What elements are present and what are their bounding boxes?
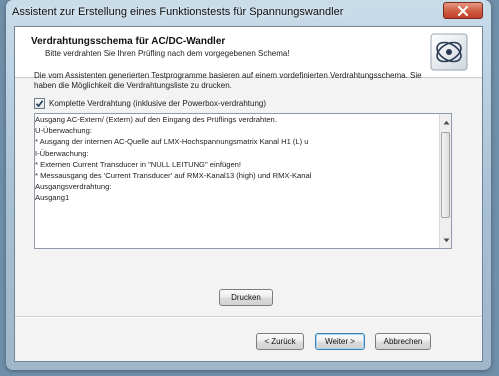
cancel-button[interactable]: Abbrechen (375, 333, 431, 350)
vertical-scrollbar[interactable] (439, 114, 451, 248)
arrow-down-icon (443, 238, 449, 242)
next-button[interactable]: Weiter > (315, 333, 365, 350)
close-window-button[interactable] (443, 2, 483, 19)
print-button[interactable]: Drucken (219, 289, 273, 306)
complete-wiring-checkbox[interactable] (34, 97, 45, 109)
complete-wiring-checkbox-row[interactable]: Komplette Verdrahtung (inklusive der Pow… (34, 96, 266, 110)
wizard-window: Assistent zur Erstellung eines Funktions… (6, 0, 491, 370)
wizard-logo-icon (430, 33, 468, 71)
wizard-client-area: Verdrahtungsschema für AC/DC-Wandler Bit… (14, 26, 483, 362)
list-item: * Externen Current Transducer in "NULL L… (35, 159, 242, 169)
scroll-down-button[interactable] (441, 234, 451, 246)
page-subtitle: Bitte verdrahten Sie Ihren Prüfling nach… (45, 49, 290, 58)
list-item: U-Überwachung: (35, 126, 92, 136)
intro-text: Die vom Assistenten generierten Testprog… (34, 71, 422, 90)
scroll-up-button[interactable] (441, 116, 451, 128)
list-item: Ausgang1 (35, 193, 70, 203)
list-item: * Messausgang des 'Current Transducer' a… (35, 170, 312, 180)
button-separator (15, 316, 482, 318)
list-item: Ausgangsverdrahtung: (35, 182, 112, 192)
page-title: Verdrahtungsschema für AC/DC-Wandler (31, 36, 226, 47)
wiring-list-content: Ausgang AC-Extern/ (Extern) auf den Eing… (35, 114, 439, 248)
list-item: * Ausgang der internen AC-Quelle auf LMX… (35, 137, 309, 147)
scroll-thumb[interactable] (441, 132, 450, 218)
wiring-list[interactable]: Ausgang AC-Extern/ (Extern) auf den Eing… (34, 113, 452, 249)
back-button[interactable]: < Zurück (256, 333, 304, 350)
checkmark-icon (35, 99, 44, 107)
title-bar[interactable]: Assistent zur Erstellung eines Funktions… (6, 0, 491, 26)
window-title: Assistent zur Erstellung eines Funktions… (12, 6, 344, 18)
arrow-up-icon (443, 120, 449, 124)
list-item: I-Überwachung: (35, 148, 89, 158)
close-icon (458, 5, 468, 16)
list-item: Ausgang AC-Extern/ (Extern) auf den Eing… (35, 115, 277, 124)
complete-wiring-label: Komplette Verdrahtung (inklusive der Pow… (49, 98, 267, 108)
